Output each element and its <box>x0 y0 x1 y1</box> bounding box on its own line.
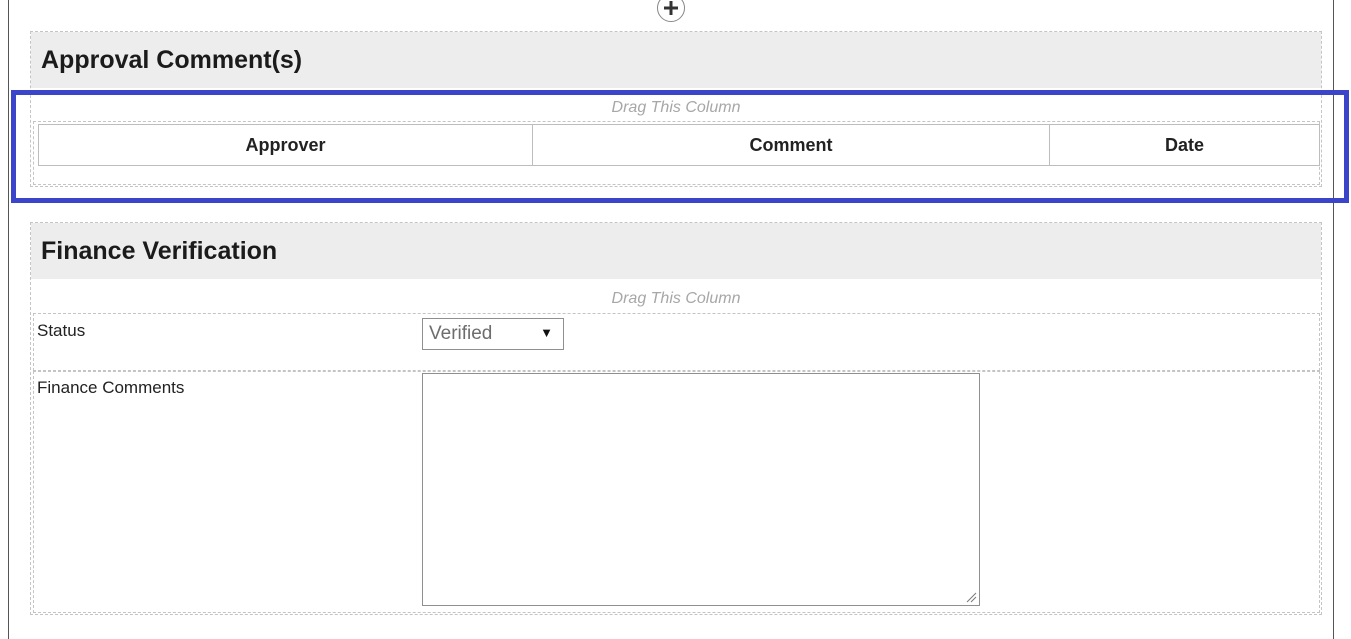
column-header-comment[interactable]: Comment <box>533 125 1050 165</box>
column-header-approver[interactable]: Approver <box>39 125 533 165</box>
section-title: Finance Verification <box>41 236 278 265</box>
status-label: Status <box>37 321 86 340</box>
status-row <box>33 313 1320 371</box>
status-select[interactable]: Verified ▼ <box>422 318 564 350</box>
approval-section-header[interactable]: Approval Comment(s) <box>31 32 1321 88</box>
status-selected-value: Verified <box>429 323 493 344</box>
finance-comments-textarea[interactable] <box>422 373 980 606</box>
resize-grip-icon[interactable] <box>965 591 977 603</box>
section-title: Approval Comment(s) <box>41 45 303 74</box>
finance-comments-label: Finance Comments <box>37 378 185 397</box>
triangle-down-icon: ▼ <box>540 325 553 340</box>
column-header-date[interactable]: Date <box>1050 125 1319 165</box>
drag-column-handle[interactable]: Drag This Column <box>31 289 1321 309</box>
drag-column-handle[interactable]: Drag This Column <box>31 98 1321 118</box>
plus-icon <box>664 1 678 15</box>
approval-comments-table-header: Approver Comment Date <box>38 124 1320 166</box>
finance-section-header[interactable]: Finance Verification <box>31 223 1321 279</box>
form-designer-canvas: Approval Comment(s) Drag This Column App… <box>0 0 1351 639</box>
